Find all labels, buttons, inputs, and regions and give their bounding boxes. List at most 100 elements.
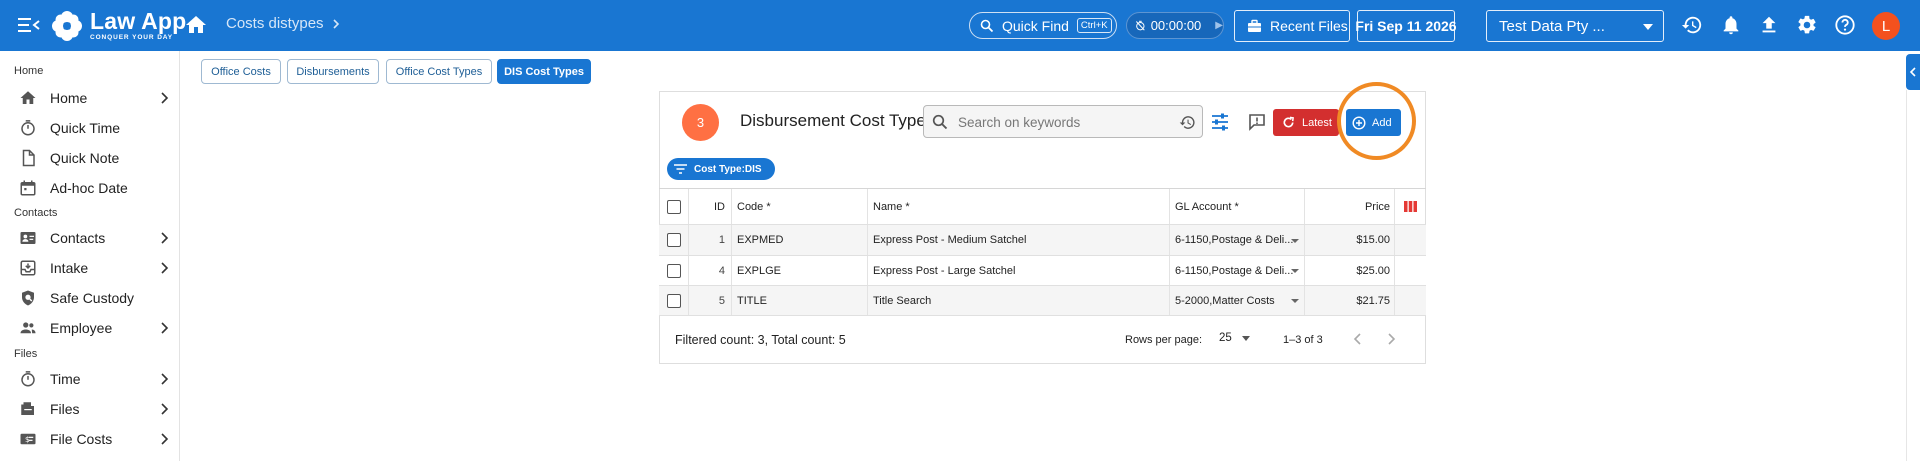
row-checkbox[interactable] <box>666 293 681 308</box>
search-box <box>923 105 1203 138</box>
tab-office-cost-types[interactable]: Office Cost Types <box>386 59 492 84</box>
upload-icon[interactable] <box>1758 14 1780 36</box>
filter-chip-label: Cost Type:DIS <box>694 163 762 175</box>
table-row[interactable]: 4 EXPLGE Express Post - Large Satchel 6-… <box>659 256 1426 286</box>
cell-code[interactable]: EXPMED <box>732 225 868 255</box>
latest-button[interactable]: Latest <box>1273 109 1339 136</box>
table-row[interactable]: 1 EXPMED Express Post - Medium Satchel 6… <box>659 225 1426 256</box>
stopwatch-icon <box>21 371 35 387</box>
column-header-code[interactable]: Code * <box>732 189 868 224</box>
sidebar-item-label: Quick Note <box>50 150 120 166</box>
sidebar-item-label: Intake <box>50 260 89 276</box>
cell-gl-account[interactable]: 6-1150,Postage & Deli... <box>1170 225 1305 255</box>
sidebar-item-files[interactable]: Files <box>0 395 179 423</box>
sidebar-item-quick-note[interactable]: Quick Note <box>0 144 179 172</box>
timer-value: 00:00:00 <box>1150 18 1202 33</box>
keyboard-shortcut: Ctrl+K <box>1076 18 1112 33</box>
sidebar-item-employee[interactable]: Employee <box>0 314 179 342</box>
next-page-icon[interactable] <box>1383 331 1399 347</box>
briefcase-icon <box>1248 19 1261 32</box>
tab-disbursements[interactable]: Disbursements <box>287 59 379 84</box>
sidebar-item-safe-custody[interactable]: Safe Custody <box>0 284 179 312</box>
sidebar-item-file-costs[interactable]: $ File Costs <box>0 425 179 453</box>
current-date-button[interactable]: Fri Sep 11 2026 <box>1355 10 1457 42</box>
column-header-name[interactable]: Name * <box>868 189 1170 224</box>
home-icon[interactable] <box>184 13 208 37</box>
cell-price[interactable]: $25.00 <box>1305 256 1395 285</box>
sidebar-item-label: Employee <box>50 320 113 336</box>
dropdown-caret-icon <box>1291 239 1299 243</box>
sidebar-item-time[interactable]: Time <box>0 365 179 393</box>
help-icon[interactable] <box>1834 14 1856 36</box>
cell-id: 5 <box>689 286 732 315</box>
search-input[interactable] <box>958 112 1168 132</box>
stopwatch-icon <box>21 120 35 136</box>
latest-label: Latest <box>1302 116 1332 129</box>
column-header-gl-account[interactable]: GL Account * <box>1170 189 1305 224</box>
sidebar-item-contacts[interactable]: Contacts <box>0 224 179 252</box>
recent-files-label: Recent Files <box>1270 18 1348 34</box>
file-costs-icon: $ <box>20 433 36 445</box>
sidebar-item-home[interactable]: Home <box>0 84 179 112</box>
record-count-badge: 3 <box>682 104 719 141</box>
cell-code[interactable]: EXPLGE <box>732 256 868 285</box>
svg-text:$: $ <box>25 435 30 444</box>
sidebar-item-ad-hoc-date[interactable]: Ad-hoc Date <box>0 174 179 202</box>
chevron-right-icon <box>161 433 169 445</box>
home-icon <box>20 91 36 104</box>
table-row[interactable]: 5 TITLE Title Search 5-2000,Matter Costs… <box>659 286 1426 316</box>
cell-id: 1 <box>689 225 732 255</box>
row-checkbox[interactable] <box>666 233 681 247</box>
sidebar-section-home: Home <box>14 65 44 77</box>
contacts-icon <box>20 232 36 244</box>
column-settings-icon[interactable] <box>1404 201 1417 212</box>
tab-office-costs[interactable]: Office Costs <box>201 59 281 84</box>
search-icon <box>980 19 994 32</box>
page-title: Disbursement Cost Type <box>740 111 926 130</box>
refresh-icon <box>1283 116 1294 128</box>
timer-widget[interactable]: 00:00:00 ▶ <box>1126 12 1224 39</box>
company-select[interactable]: Test Data Pty ... <box>1486 10 1664 42</box>
breadcrumb[interactable]: Costs distypes <box>226 15 342 32</box>
tab-dis-cost-types[interactable]: DIS Cost Types <box>497 59 591 84</box>
filter-chip[interactable]: Cost Type:DIS <box>667 158 775 180</box>
recent-files-button[interactable]: Recent Files <box>1234 10 1350 42</box>
column-header-price[interactable]: Price <box>1305 189 1395 224</box>
cell-gl-account[interactable]: 6-1150,Postage & Deli... <box>1170 256 1305 285</box>
breadcrumb-label: Costs distypes <box>226 15 324 32</box>
history-icon[interactable] <box>1681 14 1703 36</box>
safe-custody-icon <box>22 290 34 306</box>
cell-price[interactable]: $21.75 <box>1305 286 1395 315</box>
dropdown-caret-icon <box>1291 269 1299 273</box>
cell-gl-account[interactable]: 5-2000,Matter Costs <box>1170 286 1305 315</box>
logo-tagline: CONQUER YOUR DAY <box>90 34 174 42</box>
cell-code[interactable]: TITLE <box>732 286 868 315</box>
quick-find-button[interactable]: Quick Find Ctrl+K <box>969 12 1117 39</box>
rows-per-page-label: Rows per page: <box>1125 334 1203 346</box>
quick-find-label: Quick Find <box>1002 17 1069 34</box>
row-checkbox[interactable] <box>666 263 681 278</box>
sidebar-item-quick-time[interactable]: Quick Time <box>0 114 179 142</box>
cell-name[interactable]: Title Search <box>868 286 1170 315</box>
previous-page-icon[interactable] <box>1350 331 1366 347</box>
column-header-id[interactable]: ID <box>689 189 732 224</box>
filter-settings-icon[interactable] <box>1210 112 1230 132</box>
cell-name[interactable]: Express Post - Medium Satchel <box>868 225 1170 255</box>
select-all-checkbox[interactable] <box>666 199 681 214</box>
cell-name[interactable]: Express Post - Large Satchel <box>868 256 1170 285</box>
dropdown-caret-icon <box>1291 299 1299 303</box>
add-button[interactable]: Add <box>1346 109 1401 136</box>
sidebar-item-intake[interactable]: Intake <box>0 254 179 282</box>
side-panel-toggle[interactable] <box>1906 54 1920 90</box>
bell-icon[interactable] <box>1720 14 1742 36</box>
play-icon[interactable]: ▶ <box>1215 20 1223 31</box>
search-history-icon[interactable] <box>1179 114 1196 131</box>
avatar[interactable]: L <box>1872 12 1900 40</box>
cell-price[interactable]: $15.00 <box>1305 225 1395 255</box>
logo-flower-icon <box>52 11 82 41</box>
sidebar-item-label: Safe Custody <box>50 290 135 306</box>
menu-collapse-icon[interactable] <box>18 16 40 34</box>
gear-icon[interactable] <box>1796 14 1818 36</box>
rows-per-page-select[interactable]: 25 <box>1219 332 1250 344</box>
feedback-icon[interactable] <box>1247 112 1267 132</box>
